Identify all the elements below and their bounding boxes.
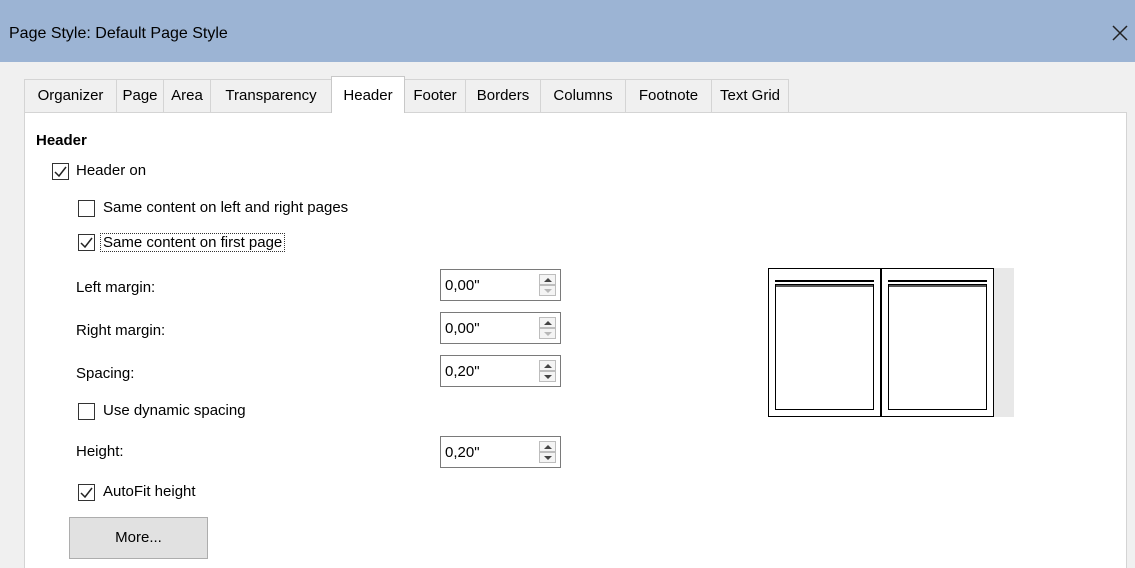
right-margin-spinbox[interactable]: 0,00" — [440, 312, 561, 344]
section-title-header: Header — [36, 132, 87, 149]
height-spin-buttons — [539, 441, 556, 463]
preview-header-line — [775, 280, 874, 282]
spacing-label: Spacing: — [76, 365, 135, 382]
right-margin-value[interactable]: 0,00" — [445, 320, 480, 337]
same-first-page-label[interactable]: Same content on first page — [100, 233, 286, 252]
arrow-down-icon — [544, 456, 552, 460]
close-icon[interactable] — [1108, 21, 1132, 45]
right-margin-decrease-button[interactable] — [539, 328, 556, 339]
tab-borders[interactable]: Borders — [465, 79, 541, 112]
dynamic-spacing-checkbox[interactable] — [78, 403, 95, 420]
right-margin-spin-buttons — [539, 317, 556, 339]
arrow-up-icon — [544, 445, 552, 449]
left-margin-spin-buttons — [539, 274, 556, 296]
header-on-label[interactable]: Header on — [76, 162, 146, 179]
more-button[interactable]: More... — [69, 517, 208, 559]
tab-columns[interactable]: Columns — [540, 79, 626, 112]
arrow-down-icon — [544, 375, 552, 379]
spacing-increase-button[interactable] — [539, 360, 556, 371]
arrow-up-icon — [544, 278, 552, 282]
spacing-value[interactable]: 0,20" — [445, 363, 480, 380]
tab-header[interactable]: Header — [331, 76, 405, 113]
height-value[interactable]: 0,20" — [445, 444, 480, 461]
arrow-up-icon — [544, 364, 552, 368]
dialog-title: Page Style: Default Page Style — [9, 25, 228, 42]
right-margin-label: Right margin: — [76, 322, 166, 339]
tab-footnote[interactable]: Footnote — [625, 79, 712, 112]
check-icon — [54, 166, 67, 178]
tab-page[interactable]: Page — [116, 79, 164, 112]
height-label: Height: — [76, 443, 124, 460]
left-margin-increase-button[interactable] — [539, 274, 556, 285]
same-left-right-label[interactable]: Same content on left and right pages — [103, 199, 348, 216]
tab-transparency[interactable]: Transparency — [210, 79, 332, 112]
tab-organizer[interactable]: Organizer — [24, 79, 117, 112]
same-first-page-checkbox[interactable] — [78, 234, 95, 251]
preview-body-area — [775, 284, 874, 410]
check-icon — [80, 237, 93, 249]
tab-text-grid[interactable]: Text Grid — [711, 79, 789, 112]
left-margin-label: Left margin: — [76, 279, 156, 296]
dynamic-spacing-label[interactable]: Use dynamic spacing — [103, 402, 246, 419]
preview-body-area — [888, 284, 987, 410]
header-on-checkbox[interactable] — [52, 163, 69, 180]
autofit-height-checkbox[interactable] — [78, 484, 95, 501]
spacing-decrease-button[interactable] — [539, 371, 556, 382]
left-margin-decrease-button[interactable] — [539, 285, 556, 296]
same-left-right-checkbox[interactable] — [78, 200, 95, 217]
right-margin-increase-button[interactable] — [539, 317, 556, 328]
left-margin-value[interactable]: 0,00" — [445, 277, 480, 294]
preview-right-page — [881, 268, 994, 417]
check-icon — [80, 487, 93, 499]
autofit-height-label[interactable]: AutoFit height — [103, 483, 196, 500]
arrow-down-icon — [544, 332, 552, 336]
header-preview — [768, 268, 1014, 417]
height-spinbox[interactable]: 0,20" — [440, 436, 561, 468]
arrow-up-icon — [544, 321, 552, 325]
spacing-spinbox[interactable]: 0,20" — [440, 355, 561, 387]
height-decrease-button[interactable] — [539, 452, 556, 463]
dialog-titlebar: Page Style: Default Page Style — [0, 0, 1135, 62]
spacing-spin-buttons — [539, 360, 556, 382]
tab-footer[interactable]: Footer — [404, 79, 466, 112]
left-margin-spinbox[interactable]: 0,00" — [440, 269, 561, 301]
height-increase-button[interactable] — [539, 441, 556, 452]
tab-area[interactable]: Area — [163, 79, 211, 112]
arrow-down-icon — [544, 289, 552, 293]
preview-header-line — [888, 280, 987, 282]
preview-left-page — [768, 268, 881, 417]
